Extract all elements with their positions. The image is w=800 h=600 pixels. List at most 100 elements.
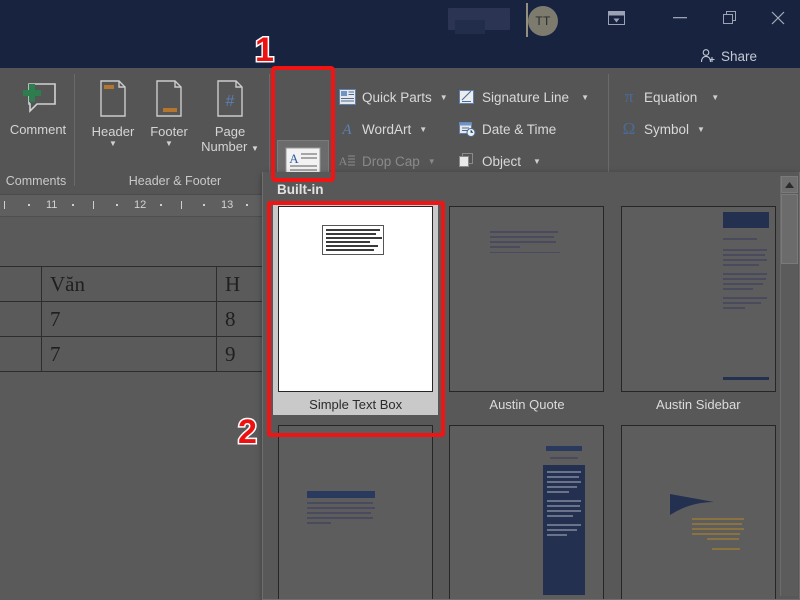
gallery-grid: Simple Text Box Austin Quote: [273, 202, 781, 600]
chevron-down-icon[interactable]: ▼: [533, 157, 541, 166]
document-title-blurred-2: [455, 20, 485, 34]
signature-line-button[interactable]: Signature Line ▼: [458, 88, 589, 106]
gallery-item-5[interactable]: [444, 421, 609, 600]
drop-cap-icon: A: [338, 152, 356, 170]
table-cell[interactable]: [0, 337, 42, 372]
ruler-tick: 11: [46, 199, 57, 211]
chevron-down-icon[interactable]: ▼: [711, 93, 719, 102]
comment-label: Comment: [10, 122, 66, 137]
group-divider-1: [74, 74, 75, 186]
word-application-window: TT: [0, 0, 800, 600]
horizontal-ruler[interactable]: 11 12 13: [0, 195, 262, 217]
gallery-item-6[interactable]: [616, 421, 781, 600]
gallery-item-label: Simple Text Box: [309, 397, 402, 412]
scrollbar-thumb[interactable]: [781, 194, 798, 264]
ribbon-display-options-icon[interactable]: [593, 0, 639, 36]
close-icon[interactable]: [755, 0, 800, 36]
gallery-item-simple-text-box[interactable]: Simple Text Box: [273, 202, 438, 415]
document-canvas[interactable]: Văn H 7 8 7 9: [0, 217, 262, 600]
wordart-label: WordArt: [362, 122, 411, 137]
table-cell[interactable]: [0, 302, 42, 337]
symbol-button[interactable]: Ω Symbol ▼: [620, 120, 705, 138]
pi-icon: π: [620, 88, 638, 106]
table-row[interactable]: Văn H: [0, 267, 263, 302]
ruler-tick: 13: [221, 199, 233, 211]
table-cell[interactable]: Văn: [42, 267, 217, 302]
header-icon: [95, 78, 131, 120]
footer-button[interactable]: Footer ▼: [138, 78, 200, 148]
ruler-tick: 12: [134, 199, 146, 211]
svg-text:A: A: [341, 122, 352, 137]
table-row[interactable]: 7 8: [0, 302, 263, 337]
title-bar: TT: [0, 0, 800, 68]
table-cell[interactable]: H: [217, 267, 263, 302]
gallery-item-austin-sidebar[interactable]: Austin Sidebar: [616, 202, 781, 415]
gallery-thumbnail: [278, 425, 433, 600]
annotation-number-2: 2: [238, 415, 257, 449]
gallery-thumbnail: [278, 206, 433, 392]
gallery-item-label: Austin Quote: [489, 397, 564, 412]
object-button[interactable]: Object ▼: [458, 152, 541, 170]
gallery-section-header: Built-in: [277, 182, 324, 197]
footer-label: Footer: [150, 124, 188, 139]
table-cell[interactable]: [0, 267, 42, 302]
date-time-label: Date & Time: [482, 122, 556, 137]
date-time-icon: [458, 120, 476, 138]
text-box-gallery-dropdown[interactable]: Built-in Simple Text: [262, 172, 800, 600]
object-icon: [458, 152, 476, 170]
table-row[interactable]: 7 9: [0, 337, 263, 372]
table-cell[interactable]: 7: [42, 302, 217, 337]
svg-text:#: #: [226, 93, 235, 110]
header-button[interactable]: Header ▼: [82, 78, 144, 148]
drop-cap-button: A Drop Cap ▼: [338, 152, 436, 170]
group-label-header-footer: Header & Footer: [80, 174, 270, 188]
signature-line-icon: [458, 88, 476, 106]
group-divider-3: [608, 74, 609, 186]
omega-icon: Ω: [620, 120, 638, 138]
gallery-scrollbar[interactable]: [780, 176, 797, 596]
table-cell[interactable]: 8: [217, 302, 263, 337]
gallery-item-label: Austin Sidebar: [656, 397, 741, 412]
gallery-thumbnail: [449, 425, 604, 600]
table-cell[interactable]: 9: [217, 337, 263, 372]
scroll-up-arrow-icon[interactable]: [781, 176, 798, 193]
gallery-item-4[interactable]: [273, 421, 438, 600]
date-time-button[interactable]: Date & Time: [458, 120, 556, 138]
chevron-down-icon[interactable]: ▼: [109, 140, 117, 148]
wordart-button[interactable]: A WordArt ▼: [338, 120, 427, 138]
scrollbar-track[interactable]: [781, 264, 798, 596]
document-table[interactable]: Văn H 7 8 7 9: [0, 266, 263, 372]
page-number-button[interactable]: # Page Number ▼: [194, 78, 266, 156]
share-button[interactable]: Share: [700, 48, 757, 64]
object-label: Object: [482, 154, 521, 169]
chevron-down-icon[interactable]: ▼: [581, 93, 589, 102]
restore-icon[interactable]: [707, 0, 753, 36]
chevron-down-icon[interactable]: ▼: [165, 140, 173, 148]
group-label-comments: Comments: [0, 174, 86, 188]
equation-label: Equation: [644, 90, 697, 105]
equation-button[interactable]: π Equation ▼: [620, 88, 719, 106]
symbol-label: Symbol: [644, 122, 689, 137]
quick-parts-icon: [338, 88, 356, 106]
header-label: Header: [92, 124, 135, 139]
signature-line-label: Signature Line: [482, 90, 569, 105]
chevron-down-icon[interactable]: ▼: [251, 144, 259, 153]
page-number-icon: #: [212, 78, 248, 120]
chevron-down-icon[interactable]: ▼: [440, 93, 448, 102]
quick-parts-label: Quick Parts: [362, 90, 432, 105]
page-number-label-2: Number ▼: [201, 139, 259, 156]
gallery-item-austin-quote[interactable]: Austin Quote: [444, 202, 609, 415]
avatar[interactable]: TT: [528, 6, 558, 36]
chevron-down-icon[interactable]: ▼: [419, 125, 427, 134]
gallery-thumbnail: [449, 206, 604, 392]
chevron-down-icon[interactable]: ▼: [697, 125, 705, 134]
table-cell[interactable]: 7: [42, 337, 217, 372]
quick-parts-button[interactable]: Quick Parts ▼: [338, 88, 448, 106]
footer-icon: [151, 78, 187, 120]
share-label: Share: [721, 49, 757, 64]
minimize-icon[interactable]: [657, 0, 703, 36]
group-divider-2: [269, 74, 270, 186]
svg-text:A: A: [339, 154, 348, 168]
wordart-icon: A: [338, 120, 356, 138]
chevron-down-icon: ▼: [428, 157, 436, 166]
